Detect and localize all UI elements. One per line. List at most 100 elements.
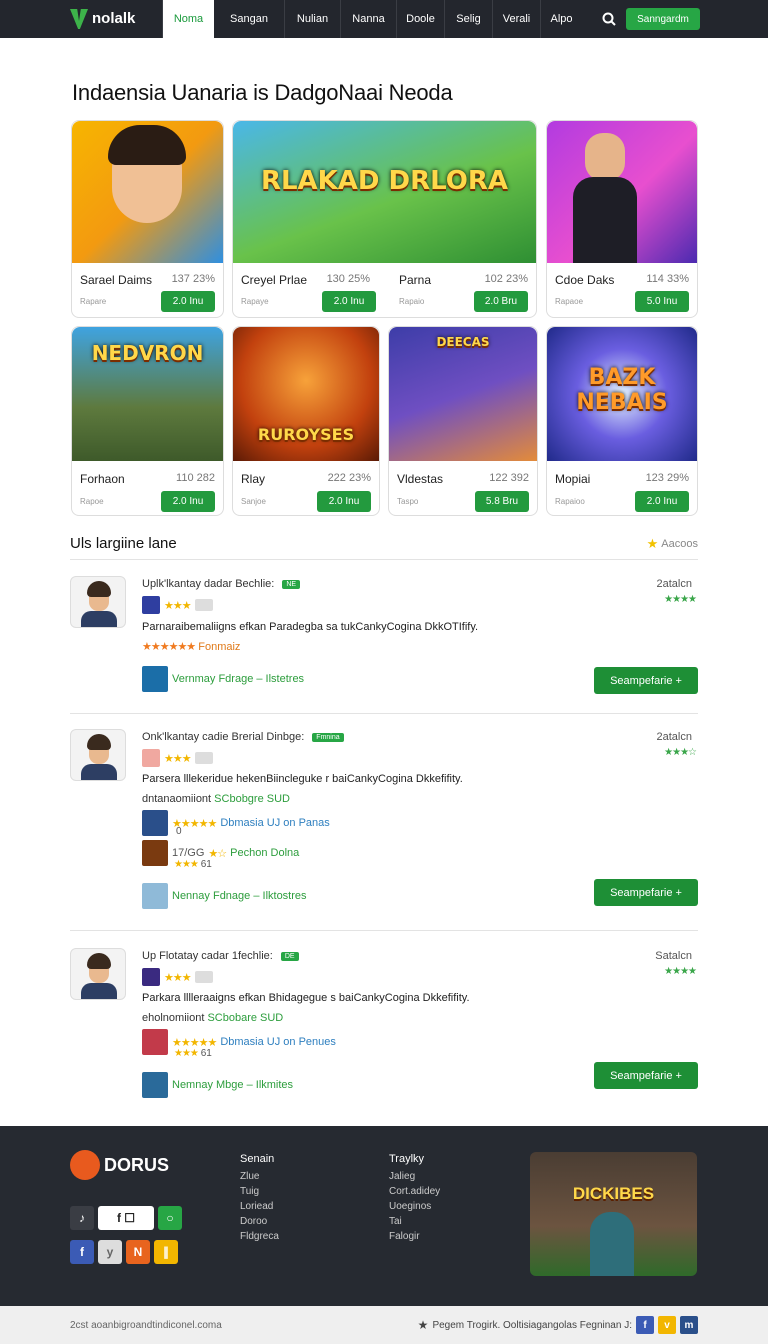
footer-logo-text: DORUS: [104, 1154, 170, 1175]
pause-icon[interactable]: ∥: [154, 1240, 178, 1264]
review-date: 2atalcn: [656, 578, 692, 590]
nav-item-2[interactable]: Sangan: [214, 0, 284, 38]
game-card[interactable]: DEECAS Vldestas 122 392 Taspo 5.8 Bru: [388, 326, 538, 516]
review-sub-link[interactable]: Nennay Fdnage – Ilktostres: [172, 890, 307, 902]
review-action-button[interactable]: Seampefarie +: [594, 1062, 698, 1089]
game-name: Vldestas: [397, 472, 444, 486]
circle-icon[interactable]: ○: [158, 1206, 182, 1230]
game-name: Creyel Prlae: [241, 273, 308, 287]
brand-logo[interactable]: nolalk: [0, 0, 162, 38]
footer-link[interactable]: Tai: [389, 1214, 440, 1229]
game-score: 123 29%: [645, 472, 689, 484]
review-extra-link[interactable]: SCbobare SUD: [207, 1012, 283, 1024]
nav-item-3[interactable]: Nulian: [284, 0, 340, 38]
review-sub-link[interactable]: Nemnay Mbge – Ilkmites: [172, 1079, 293, 1091]
review-title: Onk'lkantay cadie Brerial Dinbge: Fmnina: [142, 731, 344, 743]
review-badge: NE: [282, 579, 301, 589]
play-button[interactable]: 5.0 Inu: [635, 291, 689, 312]
game-card[interactable]: RLAKAD DRLORA Creyel Prlae 130 25% Rapay…: [232, 120, 537, 318]
game-thumbnail: RUROYSES: [233, 327, 379, 461]
linked-game-link[interactable]: Dbmasia UJ on Penues: [220, 1036, 336, 1048]
linked-game-row: 17/GG ★☆ Pechon Dolna: [142, 840, 299, 866]
footer-link[interactable]: Falogir: [389, 1229, 440, 1244]
avatar: [70, 576, 126, 628]
play-button[interactable]: 2.0 Inu: [322, 291, 376, 312]
review-body: Parnaraibemaliigns efkan Paradegba sa tu…: [142, 621, 479, 633]
review-rating-row: ★★★: [142, 968, 213, 986]
game-score: 114 33%: [646, 273, 689, 285]
linked-game-link[interactable]: Dbmasia UJ on Panas: [220, 817, 329, 829]
nav-item-4[interactable]: Nanna: [340, 0, 396, 38]
review-extra-link[interactable]: SCbobgre SUD: [214, 793, 290, 805]
v-icon[interactable]: v: [658, 1316, 676, 1334]
review-sub-link[interactable]: Vernmay Fdrage – Ilstetres: [172, 673, 304, 685]
footer-link[interactable]: Uoeginos: [389, 1199, 440, 1214]
review-item: Up Flotatay cadar 1fechlie: DE Satalcn ★★…: [70, 948, 698, 1100]
search-icon[interactable]: [598, 8, 620, 30]
nav-item-home[interactable]: Noma: [162, 0, 214, 38]
footer-promo-image[interactable]: DICKIBES: [530, 1152, 697, 1276]
review-title-text: Up Flotatay cadar 1fechlie:: [142, 950, 273, 962]
game-thumbnail: NEDVRON: [72, 327, 223, 461]
divider: [70, 713, 698, 714]
game-score: 110 282: [176, 472, 215, 484]
review-subline: Nennay Fdnage – Ilktostres: [142, 883, 307, 909]
social-icons-row: ♪ f ☐ ○: [70, 1206, 182, 1230]
reviews-section-link[interactable]: ★ Aacoos: [647, 536, 698, 552]
game-card[interactable]: Sarael Daims 137 23% Rapare 2.0 Inu: [71, 120, 224, 318]
promo-door: [590, 1212, 634, 1276]
footer-link[interactable]: Doroo: [240, 1214, 279, 1229]
facebook-share-icon[interactable]: f: [70, 1240, 94, 1264]
tiktok-icon[interactable]: ♪: [70, 1206, 94, 1230]
m-icon[interactable]: m: [680, 1316, 698, 1334]
signup-button[interactable]: Sanngardm: [626, 8, 700, 30]
star-icon: ★: [646, 536, 659, 551]
count-value: 61: [200, 1048, 212, 1059]
game-art-title: RLAKAD DRLORA: [260, 166, 509, 197]
facebook-icon[interactable]: f: [636, 1316, 654, 1334]
footer-link[interactable]: Loriead: [240, 1199, 279, 1214]
star-rating: ★★★: [174, 859, 199, 870]
review-action-button[interactable]: Seampefarie +: [594, 667, 698, 694]
nav-item-8[interactable]: Alpo: [540, 0, 582, 38]
game-card[interactable]: BAZK NEBAIS Mopiai 123 29% Rapaioo 2.0 I…: [546, 326, 698, 516]
footer-link[interactable]: Zlue: [240, 1169, 279, 1184]
footer-link[interactable]: Jalieg: [389, 1169, 440, 1184]
linked-game-link[interactable]: Pechon Dolna: [230, 847, 299, 859]
play-button[interactable]: 2.0 Bru: [474, 291, 528, 312]
footer-link[interactable]: Fldgreca: [240, 1229, 279, 1244]
nav-item-7[interactable]: Verali: [492, 0, 540, 38]
review-item: Onk'lkantay cadie Brerial Dinbge: Fmnina …: [70, 729, 698, 915]
play-button[interactable]: 2.0 Inu: [635, 491, 689, 512]
nav-item-6[interactable]: Selig: [444, 0, 492, 38]
game-card[interactable]: RUROYSES Rlay 222 23% Sanjoe 2.0 Inu: [232, 326, 380, 516]
game-meta: Rapoe: [80, 497, 104, 506]
play-button[interactable]: 5.8 Bru: [475, 491, 529, 512]
game-score: 102 23%: [484, 273, 528, 285]
footer-link[interactable]: Tuig: [240, 1184, 279, 1199]
game-card[interactable]: Cdoe Daks 114 33% Rapaoe 5.0 Inu: [546, 120, 698, 318]
footer-logo[interactable]: DORUS: [70, 1150, 169, 1180]
n-share-icon[interactable]: N: [126, 1240, 150, 1264]
game-mini-icon: [142, 968, 160, 986]
rating-link[interactable]: Fonmaiz: [198, 641, 240, 653]
top-navbar: nolalk Noma Sangan Nulian Nanna Doole Se…: [0, 0, 768, 38]
game-card[interactable]: NEDVRON Forhaon 110 282 Rapoe 2.0 Inu: [71, 326, 224, 516]
brand-mark-icon: [70, 9, 88, 29]
nav-item-5[interactable]: Doole: [396, 0, 444, 38]
facebook-icon[interactable]: f ☐: [98, 1206, 154, 1230]
play-button[interactable]: 2.0 Inu: [161, 291, 215, 312]
review-extra-line: eholnomiiont SCbobare SUD: [142, 1012, 283, 1024]
linked-game-row: ★★★★★ Dbmasia UJ on Panas: [142, 810, 330, 836]
small-value: 0: [176, 826, 182, 837]
game-mini-icon: [142, 810, 168, 836]
footer-link[interactable]: Cort.adidey: [389, 1184, 440, 1199]
rating-placeholder: [194, 971, 213, 983]
play-button[interactable]: 2.0 Inu: [317, 491, 371, 512]
game-mini-icon: [142, 666, 168, 692]
orange-stars: ★★★★★★: [142, 641, 196, 653]
y-share-icon[interactable]: y: [98, 1240, 122, 1264]
review-action-button[interactable]: Seampefarie +: [594, 879, 698, 906]
play-button[interactable]: 2.0 Inu: [161, 491, 215, 512]
brand-name: nolalk: [92, 10, 136, 27]
